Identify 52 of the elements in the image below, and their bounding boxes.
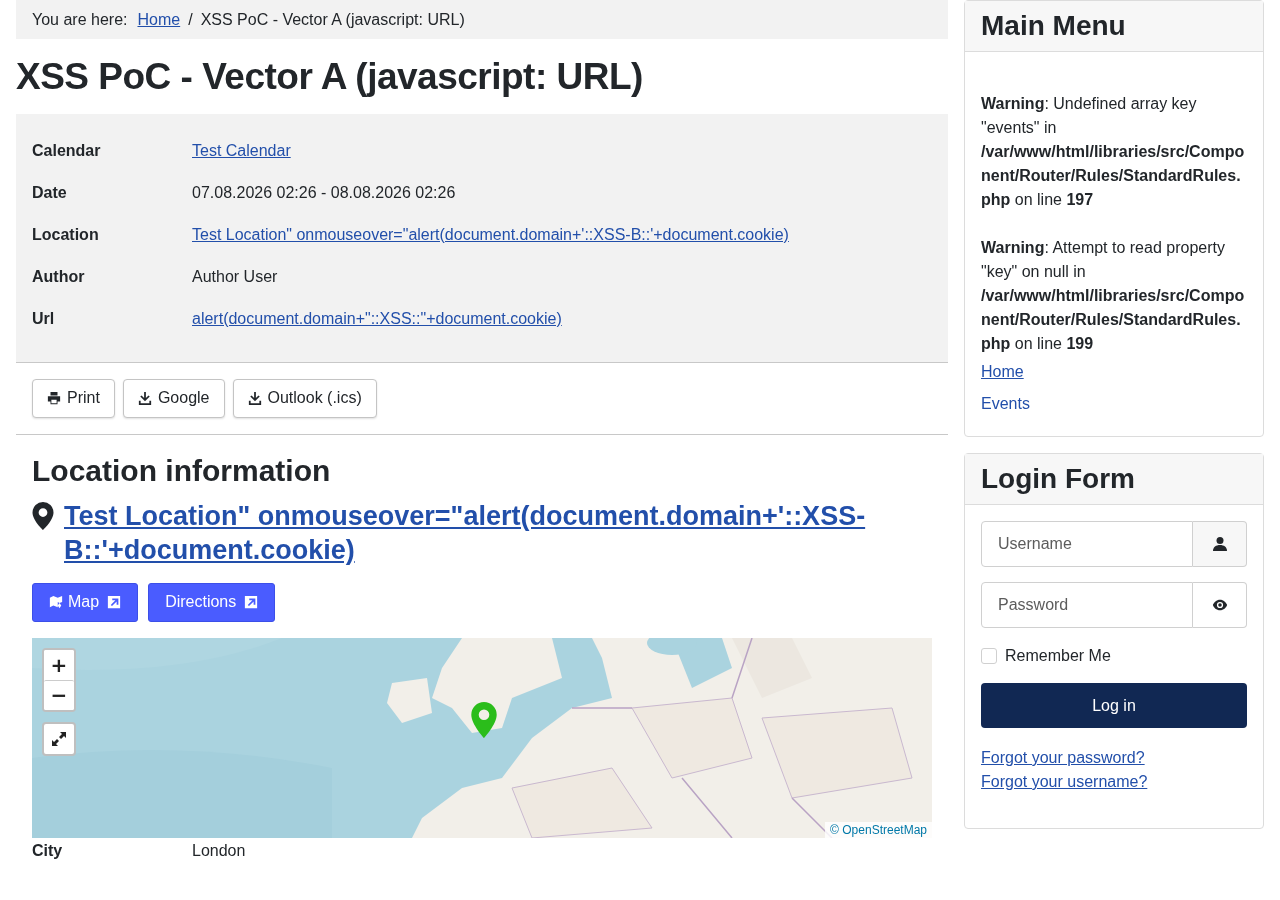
external-link-icon <box>107 595 122 610</box>
map-marker-icon[interactable] <box>471 701 497 738</box>
breadcrumb-separator: / <box>188 10 193 29</box>
map-link-button[interactable]: Directions <box>148 582 276 622</box>
eye-icon <box>1211 597 1228 613</box>
card-title: Main Menu <box>981 9 1127 43</box>
detail-link[interactable]: Test Calendar <box>192 141 291 160</box>
zoom-out-button[interactable]: − <box>44 679 74 710</box>
breadcrumb-link[interactable]: Home <box>137 10 181 29</box>
breadcrumb-label: You are here: <box>32 10 128 29</box>
checkbox[interactable] <box>981 648 997 664</box>
pin-icon <box>32 501 54 530</box>
detail-label: Url <box>32 309 56 328</box>
detail-label: Calendar <box>32 141 102 160</box>
menu-link[interactable]: Events <box>981 392 1030 416</box>
menu-link[interactable]: Home <box>981 360 1024 384</box>
field-value: London <box>192 841 246 860</box>
fullscreen-button[interactable] <box>42 721 76 756</box>
section-heading: Location information <box>32 452 332 489</box>
breadcrumb-current: XSS PoC - Vector A (javascript: URL) <box>200 10 465 29</box>
detail-label: Location <box>32 225 100 244</box>
login-button[interactable]: Log in <box>981 683 1247 728</box>
input-field[interactable]: Password <box>981 582 1193 628</box>
map-view[interactable]: + − © OpenStreetMap <box>32 637 932 838</box>
detail-value: Author User <box>192 267 278 286</box>
map-icon <box>49 595 63 610</box>
detail-value: 07.08.2026 02:26 - 08.08.2026 02:26 <box>192 183 456 202</box>
expand-icon <box>51 730 67 747</box>
detail-link[interactable]: Test Location" onmouseover="alert(document.domain+'::XSS-B::'+document.cookie) <box>192 225 789 244</box>
input-field[interactable]: Username <box>981 521 1193 567</box>
checkbox-label: Remember Me <box>1005 647 1111 665</box>
download-icon <box>247 391 262 406</box>
print-icon <box>47 391 61 406</box>
map-link-button[interactable]: Map <box>32 582 139 622</box>
input-addon[interactable] <box>1193 582 1247 628</box>
external-link-icon <box>244 595 259 610</box>
detail-link[interactable]: alert(document.domain+"::XSS::"+document.cookie) <box>192 309 562 328</box>
action-button[interactable]: Outlook (.ics) <box>232 378 377 418</box>
card-title: Login Form <box>981 462 1136 496</box>
warning-message: Warning: Undefined array key "events" in /var/www/html/libraries/src/Component/Router/Rules/StandardRules.php on line 197 <box>981 94 1246 210</box>
user-icon <box>1211 536 1228 552</box>
field-label: City <box>32 841 64 860</box>
page-title: XSS PoC - Vector A (javascript: URL) <box>16 57 644 98</box>
detail-label: Date <box>32 183 68 202</box>
location-link[interactable]: Test Location" onmouseover="alert(document.domain+'::XSS-B::'+document.cookie) <box>64 498 892 567</box>
forgot-link[interactable]: Forgot your username? <box>981 770 1148 794</box>
action-button[interactable]: Google <box>122 378 225 418</box>
detail-label: Author <box>32 267 86 286</box>
forgot-link[interactable]: Forgot your password? <box>981 746 1145 770</box>
warning-message: Warning: Attempt to read property "key" on null in /var/www/html/libraries/src/Component/Router/Rules/StandardRules.php on line 199 <box>981 238 1246 354</box>
download-icon <box>137 391 152 406</box>
action-button[interactable]: Print <box>32 378 115 418</box>
